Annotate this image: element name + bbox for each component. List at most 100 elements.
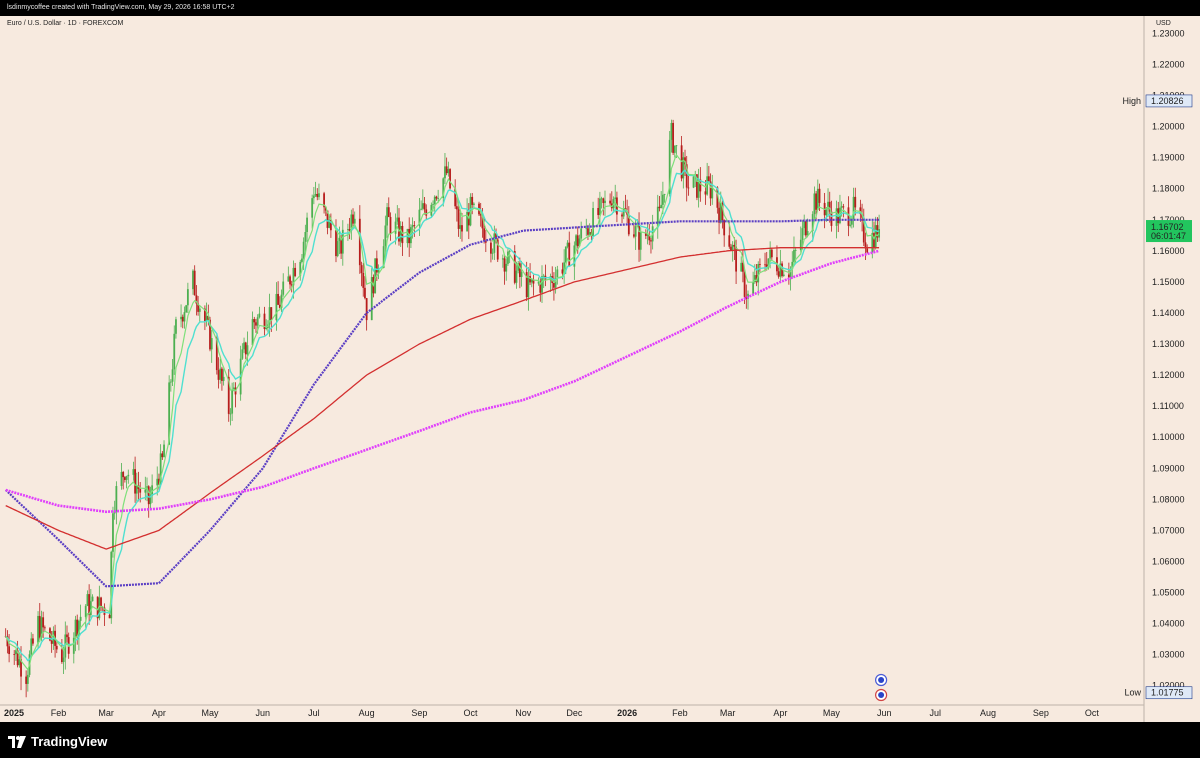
candle-body [294, 267, 297, 277]
candle-body [275, 293, 278, 321]
tradingview-logo[interactable]: TradingView [8, 734, 107, 749]
candle-body [222, 376, 225, 381]
candle-body [692, 176, 695, 188]
price-tick-label: 1.22000 [1152, 59, 1185, 69]
candle-body [842, 206, 845, 208]
candle-body [566, 242, 569, 247]
time-tick-label: Oct [1085, 708, 1100, 718]
time-tick-label: Dec [566, 708, 583, 718]
candle-body [658, 206, 661, 209]
price-chart[interactable]: 1.230001.220001.210001.200001.190001.180… [0, 16, 1200, 722]
candle-body [336, 241, 339, 257]
candle-body [731, 244, 734, 251]
chart-window: lsdinmycoffee created with TradingView.c… [0, 0, 1200, 758]
candle-body [139, 488, 142, 493]
time-tick-label: Sep [1033, 708, 1049, 718]
economic-event-dot [878, 692, 885, 698]
candle-body [505, 263, 508, 272]
candle-body [803, 221, 806, 229]
time-tick-label: Feb [51, 708, 67, 718]
candle-body [588, 231, 591, 235]
candle-body [457, 209, 460, 229]
candle-body [241, 349, 244, 359]
candle-body [374, 258, 377, 294]
candle-body [425, 209, 428, 216]
candle-body [60, 649, 63, 663]
price-tick-label: 1.08000 [1152, 494, 1185, 504]
candle-body [609, 200, 612, 204]
price-tick-label: 1.19000 [1152, 153, 1185, 163]
candle-body [289, 276, 291, 285]
candle-body [311, 198, 314, 218]
candle-body [597, 207, 600, 216]
candle-body [181, 316, 184, 322]
candle-body [161, 453, 164, 458]
candle-body [444, 166, 446, 179]
candle-body [185, 305, 188, 313]
candle-body [520, 272, 523, 277]
candle-body [471, 196, 474, 205]
candle-body [270, 307, 273, 321]
time-tick-label: Jul [930, 708, 942, 718]
candle-body [13, 654, 16, 655]
candle-body [661, 194, 664, 205]
candle-body [804, 221, 807, 236]
candle-body [394, 221, 397, 234]
candle-body [175, 319, 177, 334]
candle-body [335, 230, 337, 257]
candle-body [670, 122, 673, 140]
candle-body [30, 638, 33, 655]
currency-label: USD [1156, 20, 1171, 27]
candle-body [246, 345, 249, 355]
candle-body [752, 281, 755, 294]
candle-body [873, 233, 875, 248]
candle-body [529, 276, 531, 283]
candle-body [835, 208, 838, 226]
candle-body [459, 225, 462, 229]
candle-body [396, 217, 399, 222]
candle-body [42, 617, 45, 628]
candle-body [503, 258, 506, 272]
chart-area[interactable]: 1.230001.220001.210001.200001.190001.180… [0, 16, 1200, 722]
candle-body [384, 225, 387, 247]
candle-body [100, 597, 102, 608]
candle-body [229, 413, 232, 415]
high-label: High [1122, 96, 1141, 106]
candle-body [169, 381, 172, 383]
candle-body [743, 271, 746, 297]
candle-body [210, 338, 213, 350]
candle-body [564, 246, 567, 263]
footer-bar: TradingView [0, 722, 1200, 758]
candle-body [125, 476, 128, 480]
candle-body [675, 145, 678, 147]
price-tick-label: 1.14000 [1152, 308, 1185, 318]
candle-body [413, 225, 416, 226]
candle-body [723, 220, 726, 236]
price-tick-label: 1.18000 [1152, 184, 1185, 194]
candle-body [421, 203, 424, 209]
candle-body [301, 258, 303, 262]
candle-body [26, 674, 29, 684]
candle-body [91, 596, 94, 602]
candle-body [782, 274, 785, 277]
candle-body [353, 218, 356, 224]
candle-body [243, 342, 245, 350]
candle-body [156, 478, 159, 486]
candle-body [728, 235, 731, 247]
candle-body [799, 239, 802, 250]
candle-body [221, 368, 223, 381]
candle-body [541, 276, 543, 293]
candle-body [314, 193, 317, 196]
candle-body [777, 271, 780, 277]
time-tick-label: Jun [256, 708, 271, 718]
candle-body [401, 225, 404, 244]
price-tick-label: 1.09000 [1152, 463, 1185, 473]
candle-body [277, 293, 280, 305]
candle-body [38, 615, 41, 638]
countdown-value: 06:01:47 [1151, 231, 1186, 241]
candle-body [787, 274, 790, 278]
price-tick-label: 1.07000 [1152, 525, 1185, 535]
time-tick-label: Jun [877, 708, 892, 718]
candle-body [420, 208, 423, 210]
candle-body [423, 203, 426, 210]
